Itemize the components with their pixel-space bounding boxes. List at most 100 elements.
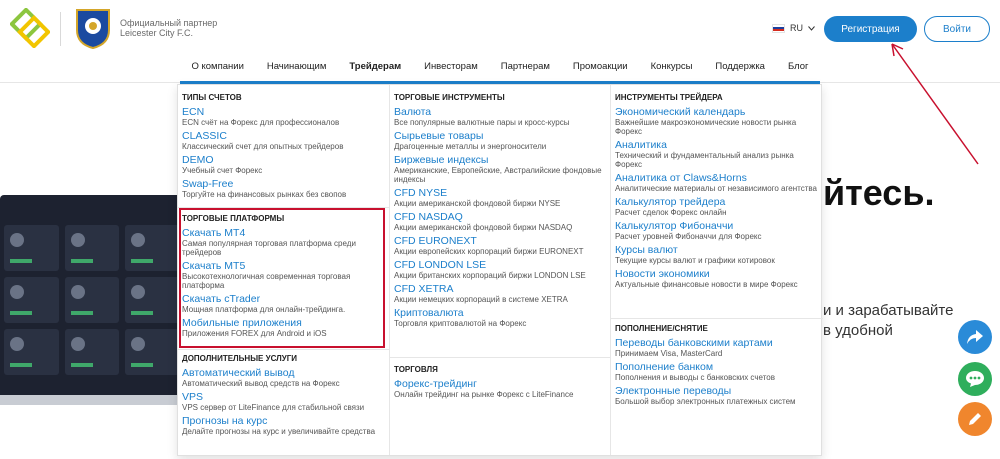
section-trader-tools: ИНСТРУМЕНТЫ ТРЕЙДЕРА Экономический кален… xyxy=(615,93,819,289)
chat-button[interactable] xyxy=(958,362,992,396)
menu-link-cfd-nyse[interactable]: CFD NYSE xyxy=(394,187,606,199)
trader-card xyxy=(4,277,59,323)
section-trading: ТОРГОВЛЯ Форекс-трейдинг Онлайн трейдинг… xyxy=(394,365,606,399)
menu-desc: Американские, Европейские, Австралийские… xyxy=(394,166,602,184)
pencil-icon xyxy=(969,413,981,425)
feedback-button[interactable] xyxy=(958,402,992,436)
menu-link-card-transfers[interactable]: Переводы банковскими картами xyxy=(615,337,819,349)
language-selector[interactable]: RU xyxy=(772,23,815,33)
hero-text-line-1: и и зарабатывайте xyxy=(823,302,954,319)
menu-link-forecasts[interactable]: Прогнозы на курс xyxy=(182,415,385,427)
menu-link-cfd-euronext[interactable]: CFD EURONEXT xyxy=(394,235,606,247)
menu-link-e-transfers[interactable]: Электронные переводы xyxy=(615,385,819,397)
russia-flag-icon xyxy=(772,23,785,33)
hero-text-line-2: в удобной xyxy=(823,322,893,339)
nav-item-beginners[interactable]: Начинающим xyxy=(267,61,327,72)
menu-link-cfd-xetra[interactable]: CFD XETRA xyxy=(394,283,606,295)
section-title: ИНСТРУМЕНТЫ ТРЕЙДЕРА xyxy=(615,93,723,102)
menu-link-ecn[interactable]: ECN xyxy=(182,106,385,118)
share-arrow-icon xyxy=(967,330,983,344)
header-divider xyxy=(60,12,61,46)
trader-card xyxy=(125,329,180,375)
menu-link-cfd-nasdaq[interactable]: CFD NASDAQ xyxy=(394,211,606,223)
menu-desc: Торговля криптовалютой на Форекс xyxy=(394,319,527,328)
menu-link-crypto[interactable]: Криптовалюта xyxy=(394,307,606,319)
section-title: ТОРГОВЛЯ xyxy=(394,365,438,374)
menu-separator xyxy=(178,349,389,350)
menu-link-fibonacci-calculator[interactable]: Калькулятор Фибоначчи xyxy=(615,220,819,232)
menu-link-indices[interactable]: Биржевые индексы xyxy=(394,154,606,166)
menu-link-analytics[interactable]: Аналитика xyxy=(615,139,819,151)
menu-link-trader-calculator[interactable]: Калькулятор трейдера xyxy=(615,196,819,208)
menu-link-exchange-rates[interactable]: Курсы валют xyxy=(615,244,819,256)
trader-card xyxy=(125,225,180,271)
menu-link-cfd-london-lse[interactable]: CFD LONDON LSE xyxy=(394,259,606,271)
menu-link-swap-free[interactable]: Swap-Free xyxy=(182,178,385,190)
menu-link-economic-news[interactable]: Новости экономики xyxy=(615,268,819,280)
partner-line-2: Leicester City F.C. xyxy=(120,28,194,38)
menu-desc: Акции американской фондовой биржи NYSE xyxy=(394,199,561,208)
nav-item-about[interactable]: О компании xyxy=(191,61,243,72)
menu-desc: Аналитические материалы от независимого … xyxy=(615,184,817,193)
menu-desc: Текущие курсы валют и графики котировок xyxy=(615,256,775,265)
menu-desc: Учебный счет Форекс xyxy=(182,166,263,175)
menu-desc: Расчет сделок Форекс онлайн xyxy=(615,208,727,217)
language-code: RU xyxy=(790,23,803,33)
menu-desc: Актуальные финансовые новости в мире Фор… xyxy=(615,280,798,289)
menu-column-2: ТОРГОВЫЕ ИНСТРУМЕНТЫ Валюта Все популярн… xyxy=(389,85,610,455)
litefinance-logo-icon[interactable] xyxy=(10,8,50,48)
menu-desc: Акции европейских корпораций биржи EURON… xyxy=(394,247,584,256)
laptop-base xyxy=(0,395,190,405)
menu-desc: Большой выбор электронных платежных сист… xyxy=(615,397,796,406)
menu-link-vps[interactable]: VPS xyxy=(182,391,385,403)
trader-card xyxy=(64,225,120,271)
share-button[interactable] xyxy=(958,320,992,354)
menu-desc: Акции немецких корпораций в системе XETR… xyxy=(394,295,568,304)
menu-link-currency[interactable]: Валюта xyxy=(394,106,606,118)
trader-card xyxy=(4,329,59,375)
annotation-arrow-icon xyxy=(891,43,979,165)
menu-link-claws-horns[interactable]: Аналитика от Claws&Horns xyxy=(615,172,819,184)
menu-desc: Делайте прогнозы на курс и увеличивайте … xyxy=(182,427,376,436)
menu-link-demo[interactable]: DEMO xyxy=(182,154,385,166)
menu-link-auto-withdrawal[interactable]: Автоматический вывод xyxy=(182,367,385,379)
menu-desc: Пополнения и выводы с банковских счетов xyxy=(615,373,775,382)
chevron-down-icon xyxy=(808,25,815,31)
section-account-types: ТИПЫ СЧЕТОВ ECN ECN счёт на Форекс для п… xyxy=(182,93,385,199)
menu-link-commodities[interactable]: Сырьевые товары xyxy=(394,130,606,142)
section-title: ДОПОЛНИТЕЛЬНЫЕ УСЛУГИ xyxy=(182,354,298,363)
menu-desc: Акции британских корпораций биржи LONDON… xyxy=(394,271,586,280)
main-nav: О компании Начинающим Трейдерам Инвестор… xyxy=(180,61,820,72)
nav-item-traders[interactable]: Трейдерам xyxy=(349,61,401,72)
nav-item-contests[interactable]: Конкурсы xyxy=(651,61,693,72)
menu-column-3: ИНСТРУМЕНТЫ ТРЕЙДЕРА Экономический кален… xyxy=(610,85,823,455)
trader-card xyxy=(64,277,120,323)
chat-bubble-icon xyxy=(966,371,984,387)
trader-card xyxy=(4,225,59,271)
nav-item-investors[interactable]: Инвесторам xyxy=(424,61,478,72)
nav-item-support[interactable]: Поддержка xyxy=(715,61,765,72)
menu-link-classic[interactable]: CLASSIC xyxy=(182,130,385,142)
menu-desc: Все популярные валютные пары и кросс-кур… xyxy=(394,118,570,127)
hero-heading: йтесь. xyxy=(823,172,935,213)
menu-desc: Расчет уровней Фибоначчи для Форекс xyxy=(615,232,762,241)
menu-desc: ECN счёт на Форекс для профессионалов xyxy=(182,118,340,127)
nav-item-partners[interactable]: Партнерам xyxy=(501,61,550,72)
menu-link-forex-trading[interactable]: Форекс-трейдинг xyxy=(394,378,606,390)
section-deposit-withdrawal: ПОПОЛНЕНИЕ/СНЯТИЕ Переводы банковскими к… xyxy=(615,324,819,406)
menu-desc: Принимаем Visa, MasterCard xyxy=(615,349,723,358)
official-partner-text: Официальный партнер Leicester City F.C. xyxy=(120,18,217,38)
menu-separator xyxy=(611,318,823,319)
menu-desc: Онлайн трейдинг на рынке Форекс с LiteFi… xyxy=(394,390,574,399)
highlight-box-trading-platforms xyxy=(179,208,385,348)
section-additional-services: ДОПОЛНИТЕЛЬНЫЕ УСЛУГИ Автоматический выв… xyxy=(182,354,385,436)
laptop-mockup xyxy=(0,195,180,395)
menu-link-bank-deposit[interactable]: Пополнение банком xyxy=(615,361,819,373)
menu-desc: Важнейшие макроэкономические новости рын… xyxy=(615,118,797,136)
nav-item-promotions[interactable]: Промоакции xyxy=(573,61,628,72)
menu-desc: VPS сервер от LiteFinance для стабильной… xyxy=(182,403,365,412)
menu-link-economic-calendar[interactable]: Экономический календарь xyxy=(615,106,819,118)
section-trading-instruments: ТОРГОВЫЕ ИНСТРУМЕНТЫ Валюта Все популярн… xyxy=(394,93,606,328)
nav-item-blog[interactable]: Блог xyxy=(788,61,809,72)
partner-line-1: Официальный партнер xyxy=(120,18,218,28)
